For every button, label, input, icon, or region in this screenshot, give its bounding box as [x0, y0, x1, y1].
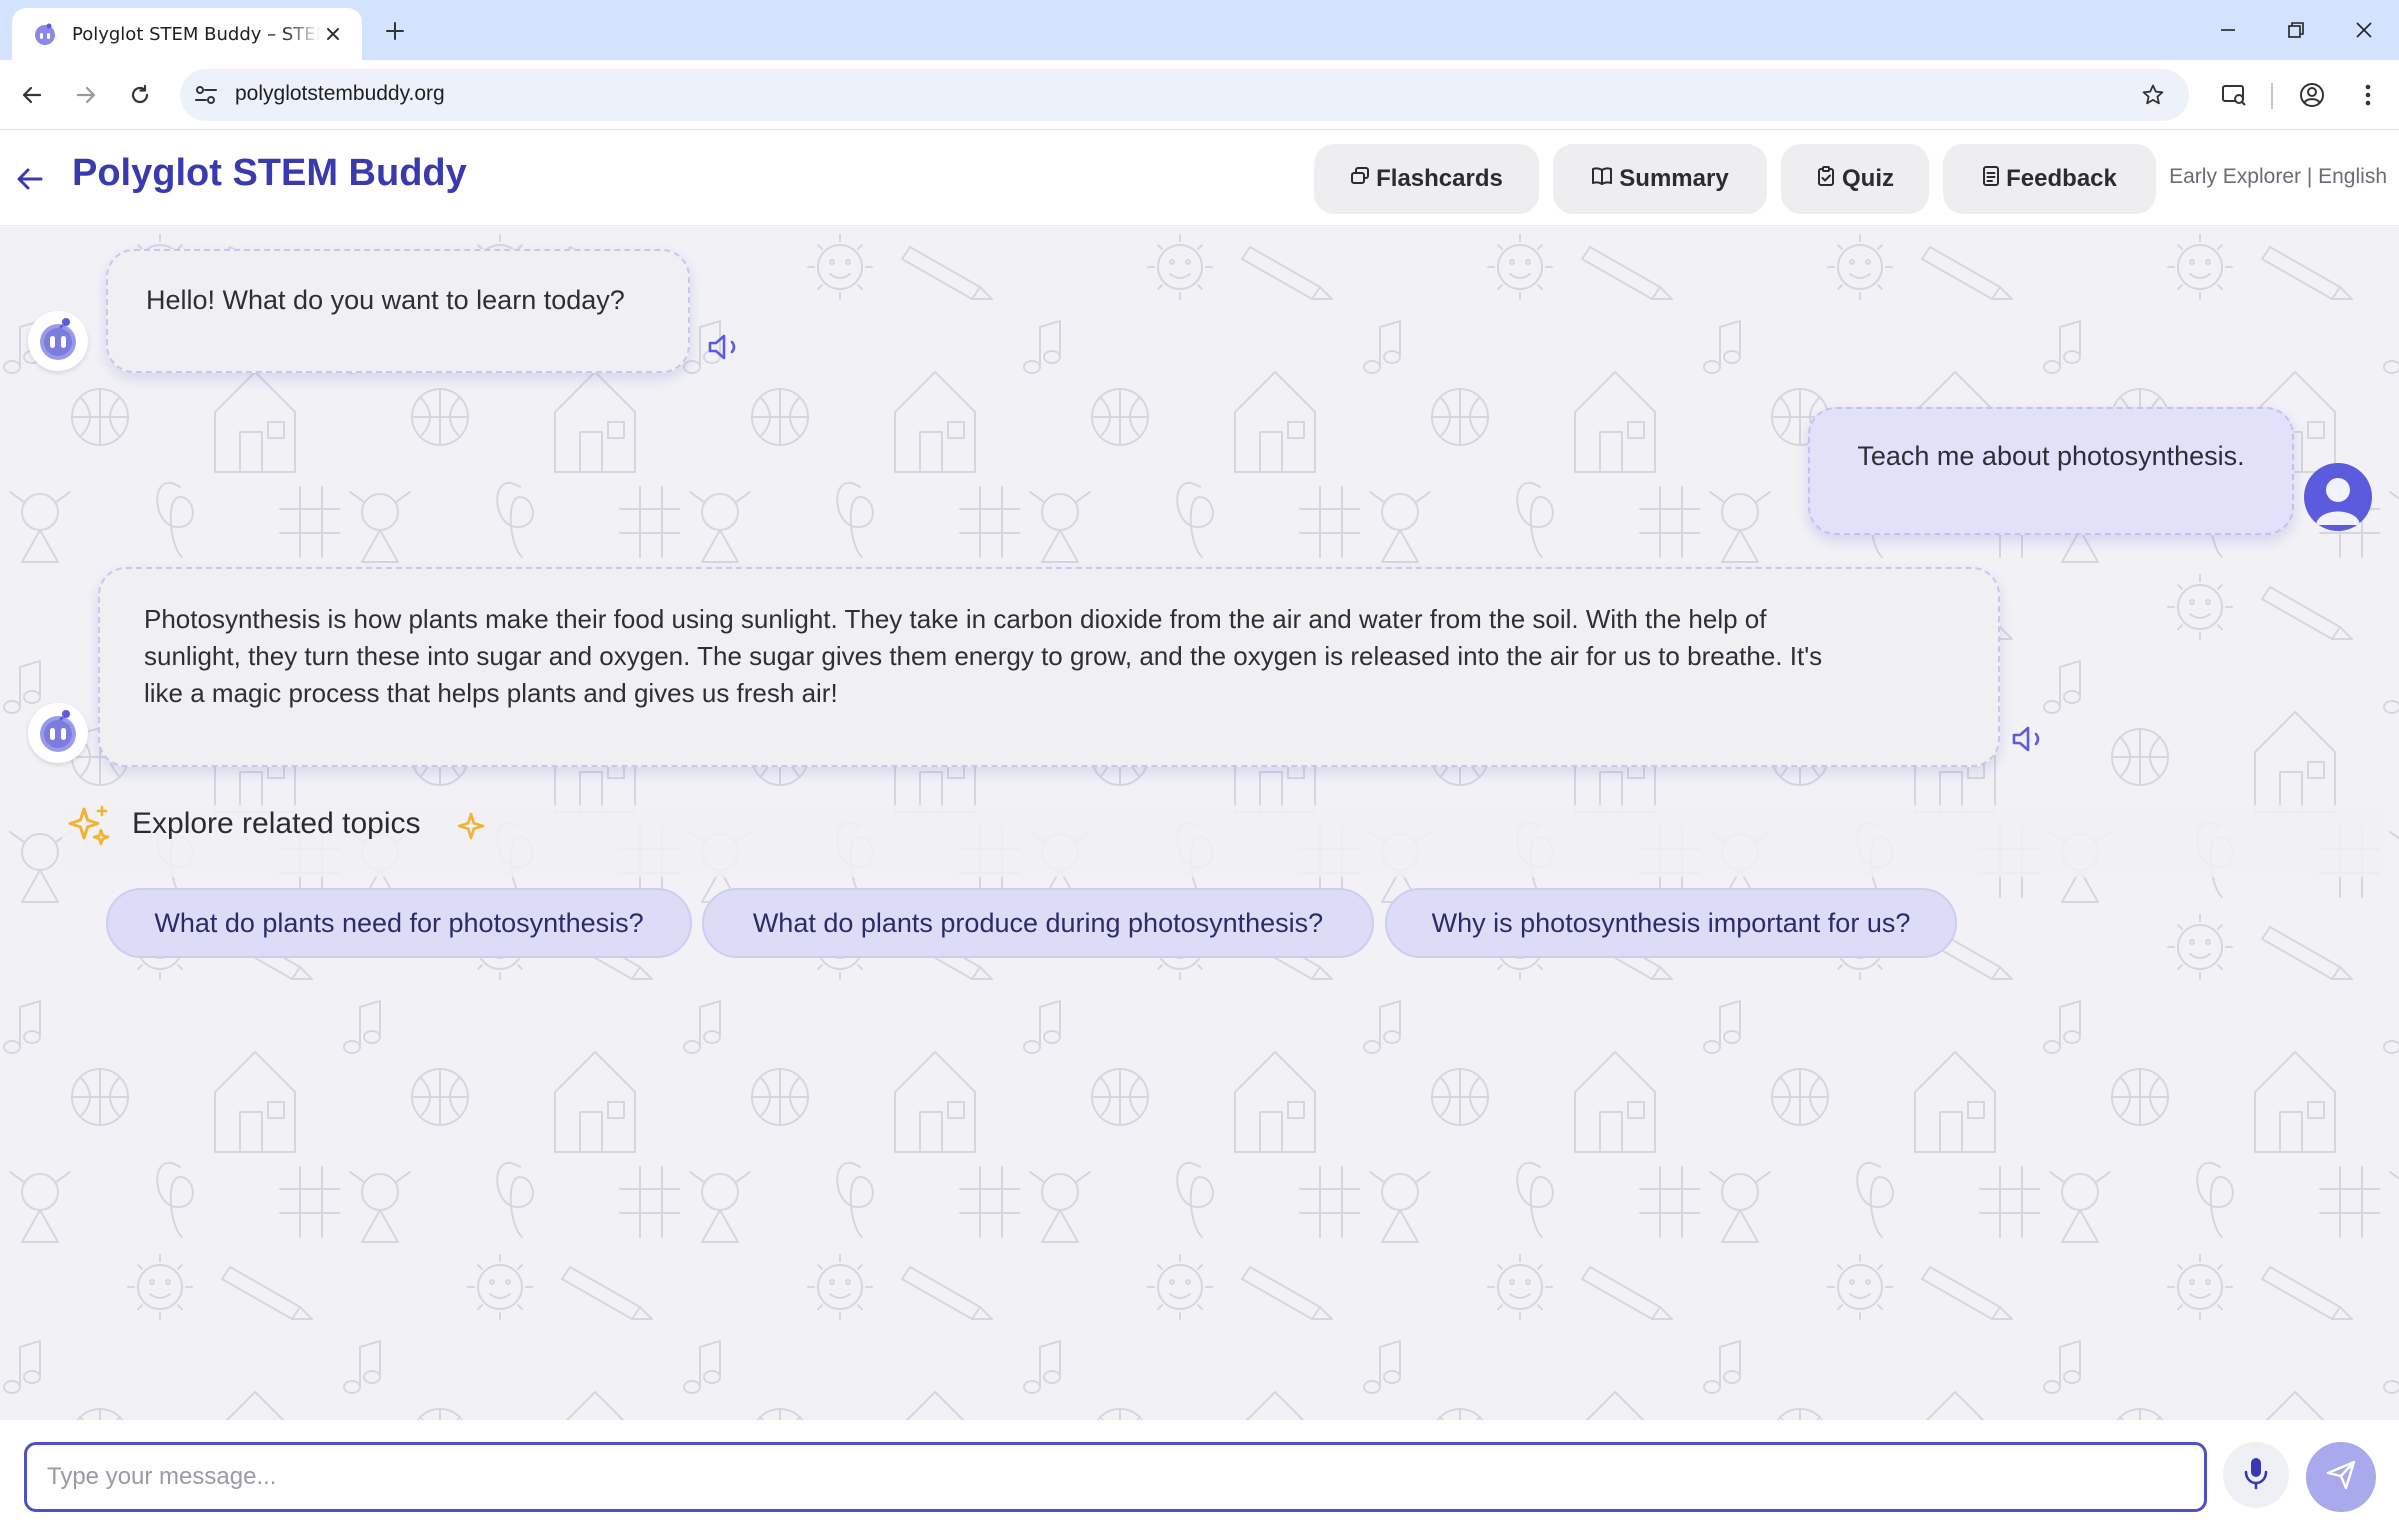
message-text: Hello! What do you want to learn today? [146, 284, 625, 315]
send-button[interactable] [2306, 1442, 2376, 1512]
explore-title: Explore related topics [132, 807, 421, 840]
related-topic-chip[interactable]: What do plants need for photosynthesis? [106, 888, 692, 958]
arrow-left-icon[interactable] [10, 159, 50, 199]
summary-button[interactable]: Summary [1553, 144, 1767, 214]
user-avatar [2304, 463, 2372, 531]
tab-title: Polyglot STEM Buddy – STEM learning [72, 23, 320, 45]
browser-tabstrip: Polyglot STEM Buddy – STEM learning [0, 0, 2399, 60]
speaker-icon[interactable] [2008, 721, 2048, 757]
message-text: Photosynthesis is how plants make their … [144, 601, 1956, 712]
app-header: Polyglot STEM Buddy Flashcards Summary Q… [0, 130, 2399, 226]
speaker-icon[interactable] [704, 329, 744, 365]
app-title: Polyglot STEM Buddy [72, 152, 467, 194]
browser-tab[interactable]: Polyglot STEM Buddy – STEM learning [12, 8, 362, 60]
book-icon [1591, 165, 1613, 193]
microphone-button[interactable] [2223, 1442, 2289, 1508]
cast-icon[interactable] [2216, 77, 2252, 113]
message-line: sunlight, they turn these into sugar and… [144, 641, 1823, 671]
message-line: like a magic process that helps plants a… [144, 678, 838, 708]
related-topic-chip[interactable]: What do plants produce during photosynth… [702, 888, 1374, 958]
menu-kebab-icon[interactable] [2350, 77, 2386, 113]
profile-icon[interactable] [2294, 77, 2330, 113]
robot-icon [33, 706, 83, 760]
bot-message: Hello! What do you want to learn today? [106, 249, 690, 373]
quiz-button[interactable]: Quiz [1781, 144, 1929, 214]
bot-avatar [28, 703, 88, 763]
send-icon [2325, 1459, 2357, 1495]
url-text: polyglotstembuddy.org [235, 82, 445, 105]
robot-icon [33, 314, 83, 368]
feedback-button[interactable]: Feedback [1943, 144, 2156, 214]
message-line: Photosynthesis is how plants make their … [144, 604, 1767, 634]
robot-icon [32, 21, 58, 47]
forward-icon[interactable] [68, 77, 104, 113]
close-window-icon[interactable] [2342, 12, 2386, 48]
microphone-icon [2243, 1456, 2269, 1494]
toolbar-divider [2271, 83, 2273, 109]
minimize-icon[interactable] [2206, 12, 2250, 48]
cards-icon [1350, 165, 1370, 193]
sparkles-icon [66, 803, 112, 853]
chip-label: What do plants need for photosynthesis? [154, 907, 644, 938]
flashcards-button[interactable]: Flashcards [1314, 144, 1539, 214]
restore-icon[interactable] [2274, 12, 2318, 48]
chat-area: Hello! What do you want to learn today? … [0, 227, 2399, 1420]
level-language-info: Early Explorer | English [2169, 165, 2387, 188]
message-text: Teach me about photosynthesis. [1857, 440, 2245, 471]
related-topic-chip[interactable]: Why is photosynthesis important for us? [1385, 888, 1957, 958]
message-input[interactable] [24, 1442, 2207, 1512]
browser-toolbar: polyglotstembuddy.org [0, 60, 2399, 130]
clipboard-check-icon [1816, 165, 1836, 194]
chip-label: Why is photosynthesis important for us? [1431, 907, 1911, 938]
bookmark-star-icon[interactable] [2139, 81, 2167, 109]
address-bar[interactable]: polyglotstembuddy.org [180, 69, 2189, 121]
sparkle-icon [456, 811, 486, 845]
message-composer [0, 1420, 2399, 1529]
user-message: Teach me about photosynthesis. [1808, 407, 2294, 535]
bot-avatar [28, 311, 88, 371]
site-info-icon[interactable] [192, 82, 220, 108]
back-icon[interactable] [14, 77, 50, 113]
new-tab-icon[interactable] [380, 16, 410, 46]
form-icon [1982, 165, 2000, 194]
chip-label: What do plants produce during photosynth… [752, 907, 1324, 938]
close-icon[interactable] [320, 21, 346, 47]
reload-icon[interactable] [122, 77, 158, 113]
bot-message: Photosynthesis is how plants make their … [98, 567, 2000, 767]
